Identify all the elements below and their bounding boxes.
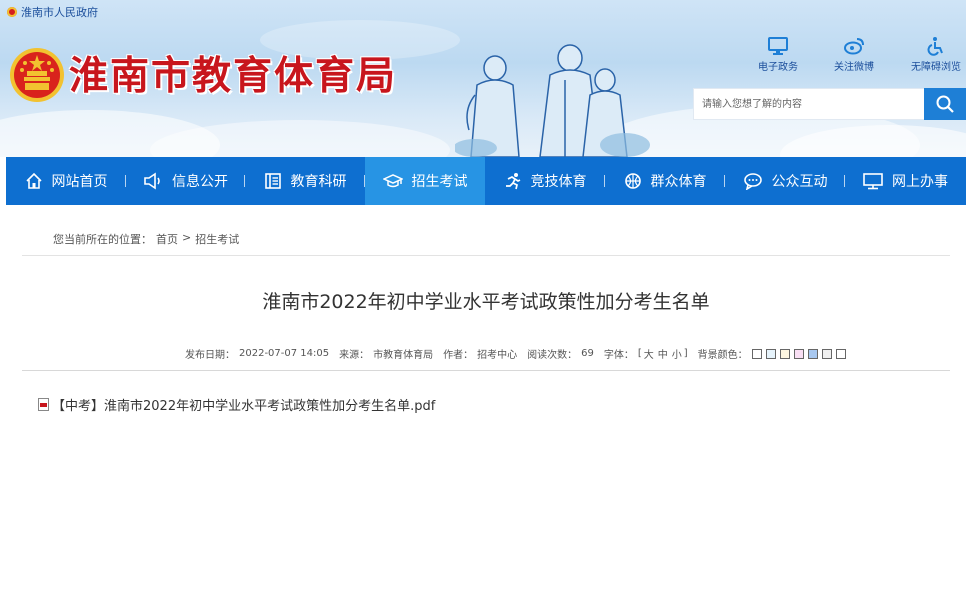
nav-label: 网站首页 (51, 174, 108, 190)
runner-icon (505, 173, 520, 190)
main-navigation: 网站首页 信息公开 教育科研 招生考试 竞技体育 群众体育 公众互动 网上办事 (6, 157, 966, 205)
bg-color-swatch[interactable] (793, 348, 804, 359)
confucius-figures-illustration (455, 44, 650, 157)
ball-icon (624, 173, 641, 189)
font-size-large-button[interactable]: 大 (644, 346, 654, 361)
breadcrumb-home-link[interactable]: 首页 (156, 231, 178, 247)
megaphone-icon (144, 172, 160, 190)
nav-label: 群众体育 (650, 174, 707, 190)
city-government-link[interactable]: 淮南市人民政府 (7, 4, 98, 20)
nav-label: 招生考试 (411, 174, 468, 190)
nav-label: 信息公开 (172, 174, 228, 190)
view-count: 69 (581, 348, 594, 359)
publish-date-label: 发布日期： (185, 350, 235, 361)
views-label: 阅读次数： (527, 350, 578, 361)
city-government-label: 淮南市人民政府 (21, 6, 98, 19)
graduation-cap-icon (382, 174, 403, 188)
font-bracket-open: [ (637, 348, 642, 359)
nav-item-mass-sports[interactable]: 群众体育 (605, 157, 725, 205)
bg-color-swatch[interactable] (821, 348, 832, 359)
search-button[interactable] (924, 88, 966, 120)
article-meta: 发布日期： 2022-07-07 14:05 来源： 市教育体育局 作者： 招考… (185, 346, 850, 361)
bg-color-swatch[interactable] (751, 348, 762, 359)
publish-date: 2022-07-07 14:05 (239, 348, 330, 359)
font-size-label: 字体： (603, 350, 634, 361)
bg-color-swatch[interactable] (779, 348, 790, 359)
source-label: 来源： (339, 350, 370, 361)
nav-item-public-interaction[interactable]: 公众互动 (725, 157, 845, 205)
nav-item-competitive-sports[interactable]: 竞技体育 (485, 157, 605, 205)
nav-item-education-research[interactable]: 教育科研 (245, 157, 365, 205)
national-emblem-icon (10, 48, 64, 102)
computer-icon (863, 173, 883, 190)
bg-color-swatch[interactable] (835, 348, 846, 359)
nav-label: 网上办事 (892, 174, 948, 190)
weibo-link[interactable]: 关注微博 (824, 36, 884, 73)
wheelchair-icon (927, 37, 943, 56)
e-government-link[interactable]: 电子政务 (748, 36, 808, 73)
accessibility-link[interactable]: 无障碍浏览 (906, 36, 966, 73)
nav-item-admissions-exams[interactable]: 招生考试 (365, 157, 485, 205)
nav-item-home[interactable]: 网站首页 (6, 157, 126, 205)
font-bracket-close: ] (683, 348, 688, 359)
attachment-link[interactable]: 【中考】淮南市2022年初中学业水平考试政策性加分考生名单.pdf (52, 395, 435, 414)
home-icon (25, 172, 42, 189)
nav-label: 公众互动 (771, 174, 828, 190)
book-icon (264, 173, 281, 189)
site-title: 淮南市教育体育局 (69, 53, 398, 99)
bg-color-swatch[interactable] (807, 348, 818, 359)
font-size-small-button[interactable]: 小 (672, 346, 682, 361)
chat-icon (743, 173, 762, 190)
e-government-label: 电子政务 (758, 62, 798, 73)
attachment-item: 【中考】淮南市2022年初中学业水平考试政策性加分考生名单.pdf (38, 395, 435, 414)
breadcrumb: 您当前所在的位置： 首页 > 招生考试 (53, 231, 239, 247)
divider (22, 255, 950, 256)
search-bar (693, 88, 966, 120)
nav-label: 竞技体育 (530, 174, 587, 190)
author: 招考中心 (477, 350, 518, 361)
font-size-medium-button[interactable]: 中 (658, 346, 668, 361)
site-header: 淮南市人民政府 淮南市教育体育局 电子政务 关注微博 无障碍浏览 请输入您想了解… (0, 0, 966, 157)
search-input[interactable] (694, 89, 924, 119)
nav-item-online-services[interactable]: 网上办事 (845, 157, 966, 205)
nav-label: 教育科研 (290, 174, 347, 190)
nav-item-info-disclosure[interactable]: 信息公开 (126, 157, 245, 205)
author-label: 作者： (443, 350, 474, 361)
breadcrumb-current-link[interactable]: 招生考试 (195, 231, 239, 247)
weibo-icon (844, 38, 864, 55)
monitor-icon (768, 37, 788, 55)
divider (22, 370, 950, 371)
article-title: 淮南市2022年初中学业水平考试政策性加分考生名单 (262, 291, 710, 313)
accessibility-label: 无障碍浏览 (911, 62, 961, 73)
pdf-file-icon (38, 398, 49, 411)
background-color-label: 背景颜色： (697, 350, 748, 361)
breadcrumb-separator: > (182, 231, 192, 244)
breadcrumb-prefix: 您当前所在的位置： (53, 233, 152, 246)
national-emblem-icon (7, 7, 17, 17)
search-icon (936, 95, 954, 113)
source: 市教育体育局 (373, 350, 434, 361)
bg-color-swatch[interactable] (765, 348, 776, 359)
weibo-label: 关注微博 (834, 62, 874, 73)
